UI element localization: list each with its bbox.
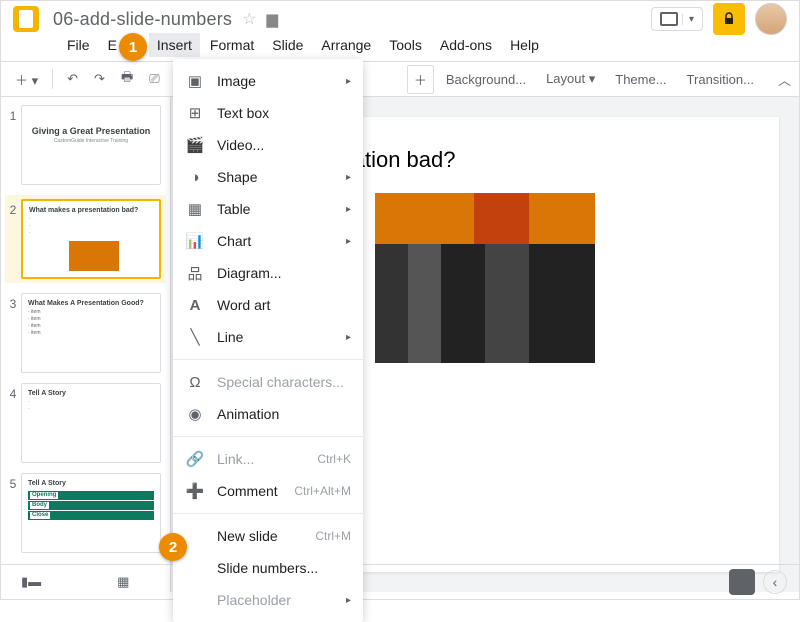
new-slide-button[interactable]: ＋ ▾ (9, 66, 44, 93)
menu-slide[interactable]: Slide (264, 33, 311, 57)
user-avatar[interactable] (755, 3, 787, 35)
menu-item-line[interactable]: ╲Line▸ (173, 321, 363, 353)
expand-panel-icon[interactable]: ‹ (763, 570, 787, 594)
menu-insert[interactable]: Insert (149, 33, 200, 57)
thumb-image (69, 241, 119, 271)
callout-badge-1: 1 (119, 33, 147, 61)
folder-icon[interactable]: ▆ (266, 10, 278, 28)
layout-button[interactable]: Layout ▾ (538, 67, 603, 91)
shape-icon: ◑ (185, 167, 205, 187)
redo-button[interactable]: ↷ (88, 67, 111, 91)
omega-icon: Ω (185, 372, 205, 392)
undo-button[interactable]: ↶ (61, 67, 84, 91)
blank-icon (185, 590, 205, 610)
menu-format[interactable]: Format (202, 33, 262, 57)
chart-icon: 📊 (185, 231, 205, 251)
slide-panel[interactable]: 1 Giving a Great Presentation CustomGuid… (1, 97, 171, 592)
collapse-toolbar-icon[interactable]: ︿ (778, 70, 791, 89)
menu-item-shape[interactable]: ◑Shape▸ (173, 161, 363, 193)
thumb-1[interactable]: 1 Giving a Great Presentation CustomGuid… (5, 105, 166, 185)
thumb-4[interactable]: 4 Tell A Story ·· (5, 383, 166, 463)
theme-button[interactable]: Theme... (607, 68, 674, 91)
background-button[interactable]: Background... (438, 68, 534, 91)
menu-item-table[interactable]: ▦Table▸ (173, 193, 363, 225)
menu-item-new-slide[interactable]: New slideCtrl+M (173, 520, 363, 552)
menu-file[interactable]: File (59, 33, 98, 57)
wordart-icon: A (185, 295, 205, 315)
filmstrip-view-icon[interactable]: ▮▬ (13, 570, 49, 594)
animation-icon: ◉ (185, 404, 205, 424)
thumb-5[interactable]: 5 Tell A Story Opening Body Close (5, 473, 166, 553)
link-icon: 🔗 (185, 449, 205, 469)
comment-icon: ➕ (185, 481, 205, 501)
blank-icon (185, 526, 205, 546)
insert-dropdown: ▣Image▸ ⊞Text box 🎬Video... ◑Shape▸ ▦Tab… (173, 59, 363, 622)
blank-icon (185, 558, 205, 578)
share-button[interactable] (713, 3, 745, 35)
document-title[interactable]: 06-add-slide-numbers (53, 9, 232, 30)
menu-item-video[interactable]: 🎬Video... (173, 129, 363, 161)
menu-addons[interactable]: Add-ons (432, 33, 500, 57)
diagram-icon: 品 (185, 263, 205, 283)
title-bar: 06-add-slide-numbers ☆ ▆ ▾ (1, 1, 799, 31)
menu-item-textbox[interactable]: ⊞Text box (173, 97, 363, 129)
menu-item-diagram[interactable]: 品Diagram... (173, 257, 363, 289)
video-icon: 🎬 (185, 135, 205, 155)
explore-button[interactable] (729, 569, 755, 595)
line-icon: ╲ (185, 327, 205, 347)
transition-button[interactable]: Transition... (679, 68, 762, 91)
menu-item-animation[interactable]: ◉Animation (173, 398, 363, 430)
add-button[interactable]: ＋ (407, 65, 434, 94)
lock-icon (721, 11, 737, 27)
toolbar: ＋ ▾ ↶ ↷ 🖶 ⎚ ＋ Background... Layout ▾ The… (1, 61, 799, 97)
menu-item-link: 🔗Link...Ctrl+K (173, 443, 363, 475)
menu-item-slide-numbers[interactable]: Slide numbers... (173, 552, 363, 584)
callout-badge-2: 2 (159, 533, 187, 561)
image-icon: ▣ (185, 71, 205, 91)
thumb-2[interactable]: 2 What makes a presentation bad? ··· (5, 195, 166, 283)
star-icon[interactable]: ☆ (242, 9, 256, 29)
main-area: 1 Giving a Great Presentation CustomGuid… (1, 97, 799, 592)
present-dropdown-caret[interactable]: ▾ (682, 14, 694, 25)
slide-image[interactable] (375, 193, 595, 363)
thumb-3[interactable]: 3 What Makes A Presentation Good? · item… (5, 293, 166, 373)
menu-item-image[interactable]: ▣Image▸ (173, 65, 363, 97)
present-icon (660, 12, 678, 26)
menu-item-special-chars: ΩSpecial characters... (173, 366, 363, 398)
menu-arrange[interactable]: Arrange (313, 33, 379, 57)
paint-format-button[interactable]: ⎚ (143, 67, 165, 91)
menu-item-chart[interactable]: 📊Chart▸ (173, 225, 363, 257)
table-icon: ▦ (185, 199, 205, 219)
menu-tools[interactable]: Tools (381, 33, 430, 57)
present-button[interactable]: ▾ (651, 7, 703, 31)
menu-item-wordart[interactable]: AWord art (173, 289, 363, 321)
menu-item-comment[interactable]: ➕CommentCtrl+Alt+M (173, 475, 363, 507)
bottom-bar: ▮▬ ▦ ‹ (1, 564, 799, 599)
slides-logo[interactable] (13, 6, 39, 32)
grid-view-icon[interactable]: ▦ (109, 570, 137, 594)
print-button[interactable]: 🖶 (115, 64, 139, 94)
menu-item-placeholder: Placeholder▸ (173, 584, 363, 616)
textbox-icon: ⊞ (185, 103, 205, 123)
menu-help[interactable]: Help (502, 33, 547, 57)
